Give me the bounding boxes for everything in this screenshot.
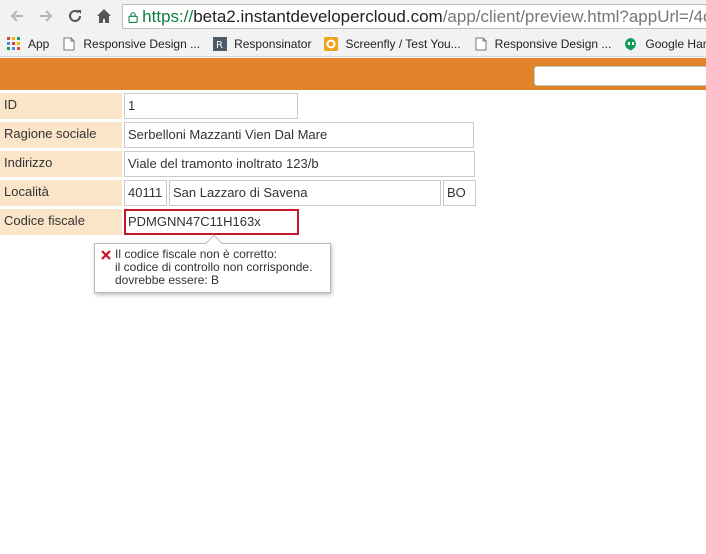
bookmark-label: Responsive Design ...	[494, 37, 612, 51]
error-tooltip: Il codice fiscale non è corretto: il cod…	[94, 234, 331, 293]
apps-grid-icon	[6, 36, 22, 52]
responsinator-icon: R	[212, 36, 228, 52]
bookmark-label: Google Han	[645, 37, 706, 51]
label-codice-fiscale: Codice fiscale	[0, 209, 122, 235]
ragione-sociale-field[interactable]: Serbelloni Mazzanti Vien Dal Mare	[124, 122, 474, 148]
url-scheme: https://	[142, 6, 194, 26]
app-header	[0, 58, 706, 90]
bookmarks-bar: App Responsive Design ... R Responsinato…	[0, 32, 706, 57]
url-path: /app/client/preview.html?appUrl=/4ce	[442, 6, 706, 26]
header-search-input[interactable]	[534, 66, 706, 86]
indirizzo-field[interactable]: Viale del tramonto inoltrato 123/b	[124, 151, 475, 177]
bookmark-responsive-design-1[interactable]: Responsive Design ...	[61, 36, 200, 52]
bookmark-label: Responsinator	[234, 37, 312, 51]
reload-icon	[69, 9, 81, 22]
bookmark-responsinator[interactable]: R Responsinator	[212, 36, 311, 52]
bookmark-label: App	[28, 37, 50, 51]
cap-field[interactable]: 40111	[124, 180, 167, 206]
back-button[interactable]	[6, 5, 28, 27]
arrow-right-icon	[40, 10, 53, 22]
citta-field[interactable]: San Lazzaro di Savena	[169, 180, 441, 206]
bookmark-label: Responsive Design ...	[83, 37, 201, 51]
label-localita: Località	[0, 180, 122, 206]
bookmark-screenfly[interactable]: Screenfly / Test You...	[323, 36, 461, 52]
page-icon	[473, 36, 489, 52]
browser-toolbar: https://beta2.instantdevelopercloud.com /…	[0, 0, 706, 32]
bookmark-app[interactable]: App	[6, 36, 49, 52]
reload-button[interactable]	[64, 5, 86, 27]
home-button[interactable]	[93, 5, 115, 27]
forward-button[interactable]	[35, 5, 57, 27]
codice-fiscale-field[interactable]: PDMGNN47C11H163x	[124, 209, 299, 235]
lock-icon	[128, 11, 138, 23]
hangouts-icon	[623, 36, 639, 52]
page-icon	[61, 36, 77, 52]
label-indirizzo: Indirizzo	[0, 151, 122, 177]
screenfly-icon	[323, 36, 339, 52]
tooltip-line-3: dovrebbe essere: B	[115, 273, 220, 287]
bookmark-label: Screenfly / Test You...	[345, 37, 461, 51]
svg-text:R: R	[216, 40, 223, 51]
label-ragione-sociale: Ragione sociale	[0, 122, 122, 148]
home-icon	[97, 9, 111, 23]
arrow-left-icon	[10, 10, 23, 22]
label-id: ID	[0, 93, 122, 119]
url-host: beta2.instantdevelopercloud.com	[193, 6, 443, 26]
id-field[interactable]: 1	[124, 93, 298, 119]
provincia-field[interactable]: BO	[443, 180, 476, 206]
address-bar[interactable]: https://beta2.instantdevelopercloud.com /…	[122, 4, 706, 29]
bookmark-responsive-design-2[interactable]: Responsive Design ...	[473, 36, 612, 52]
bookmark-google-hangouts[interactable]: Google Han	[623, 36, 706, 52]
error-x-icon	[101, 250, 111, 260]
